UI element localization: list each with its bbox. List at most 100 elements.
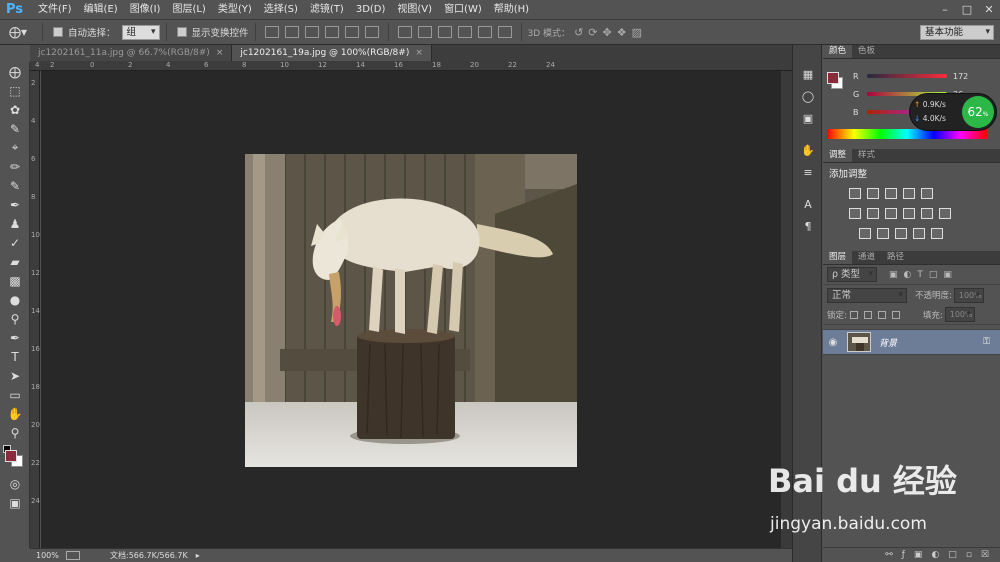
quick-select-tool-icon[interactable]: ✎ [0,119,30,138]
threshold-icon[interactable] [895,227,907,239]
tab-channels[interactable]: 通道 [852,251,881,264]
properties-panel-icon[interactable]: ◯ [793,85,823,107]
lock-all-icon[interactable] [891,310,900,319]
posterize-icon[interactable] [877,227,889,239]
menu-type[interactable]: 类型(Y) [212,0,258,19]
brightness-icon[interactable] [849,187,861,199]
eye-icon[interactable]: ◉ [823,337,843,348]
show-transform-checkbox[interactable] [176,27,187,37]
lock-transparent-icon[interactable] [849,310,858,319]
color-lookup-icon[interactable] [939,207,951,219]
crop-tool-icon[interactable]: ⌖ [0,138,30,157]
share-icon[interactable] [66,551,80,560]
status-menu-arrow-icon[interactable]: ▸ [196,551,200,560]
close-icon[interactable]: ✕ [978,0,1000,19]
exposure-icon[interactable] [903,187,915,199]
distribute-hcenter-icon[interactable] [477,26,492,38]
channel-mixer-icon[interactable] [921,207,933,219]
hand-tool-icon[interactable]: ✋ [0,404,30,423]
brush-presets-icon[interactable]: ≡ [793,161,823,183]
align-left-icon[interactable] [324,26,339,38]
menu-help[interactable]: 帮助(H) [488,0,535,19]
trash-icon[interactable]: ☒ [981,550,998,560]
tab-paths[interactable]: 路径 [881,251,910,264]
invert-icon[interactable] [859,227,871,239]
menu-select[interactable]: 选择(S) [258,0,304,19]
document-image[interactable] [245,154,577,467]
add-mask-icon[interactable]: ▣ [914,550,932,560]
dodge-tool-icon[interactable]: ⚲ [0,309,30,328]
lock-position-icon[interactable] [877,310,886,319]
character-panel-icon[interactable]: A [793,193,823,215]
selective-color-icon[interactable] [931,227,943,239]
link-layers-icon[interactable]: ⚯ [885,550,902,560]
gradient-map-icon[interactable] [913,227,925,239]
tab-styles[interactable]: 样式 [852,149,881,162]
menu-edit[interactable]: 编辑(E) [78,0,124,19]
3d-mode-icons[interactable]: ↺⟳✥❖▨ [574,26,647,39]
menu-view[interactable]: 视图(V) [391,0,438,19]
align-vcenter-icon[interactable] [284,26,299,38]
red-value[interactable]: 172 [953,72,975,81]
move-tool-preset-icon[interactable]: ⨁▾ [0,25,36,39]
blur-tool-icon[interactable]: ● [0,290,30,309]
distribute-vcenter-icon[interactable] [417,26,432,38]
align-top-icon[interactable] [264,26,279,38]
brush-tool-icon[interactable]: ✒ [0,195,30,214]
history-panel-icon[interactable]: ▦ [793,63,823,85]
lock-pixels-icon[interactable] [863,310,872,319]
shape-tool-icon[interactable]: ▭ [0,385,30,404]
healing-brush-tool-icon[interactable]: ✎ [0,176,30,195]
tab-color[interactable]: 颜色 [823,45,853,58]
eraser-tool-icon[interactable]: ▰ [0,252,30,271]
align-bottom-icon[interactable] [304,26,319,38]
color-balance-icon[interactable] [867,207,879,219]
curves-icon[interactable] [885,187,897,199]
marquee-tool-icon[interactable]: ⬚ [0,81,30,100]
close-icon[interactable]: × [216,45,224,61]
levels-icon[interactable] [867,187,879,199]
tab-doc-1[interactable]: jc1202161_11a.jpg @ 66.7%(RGB/8#) × [30,45,233,61]
new-group-icon[interactable]: □ [948,550,966,560]
tab-layers[interactable]: 图层 [823,251,853,264]
screen-mode-icon[interactable]: ▣ [0,493,30,512]
zoom-level[interactable]: 100% [36,551,66,560]
align-right-icon[interactable] [364,26,379,38]
layer-row-background[interactable]: ◉ 背景 ⚿ [823,329,1000,355]
menu-window[interactable]: 窗口(W) [438,0,488,19]
blend-mode-dropdown[interactable]: 正常 [827,287,907,303]
distribute-bottom-icon[interactable] [437,26,452,38]
layer-filter-icons[interactable]: ▣◐T□▣ [889,270,958,280]
distribute-left-icon[interactable] [457,26,472,38]
gradient-tool-icon[interactable]: ▩ [0,271,30,290]
fill-input[interactable]: 100% [944,307,975,322]
pen-tool-icon[interactable]: ✒ [0,328,30,347]
history-brush-tool-icon[interactable]: ✓ [0,233,30,252]
menu-image[interactable]: 图像(I) [124,0,167,19]
vibrance-icon[interactable] [921,187,933,199]
distribute-right-icon[interactable] [497,26,512,38]
maximize-icon[interactable]: □ [956,0,978,19]
brush-panel-icon[interactable]: ✋ [793,139,823,161]
align-hcenter-icon[interactable] [344,26,359,38]
opacity-input[interactable]: 100% [953,287,984,303]
clone-stamp-tool-icon[interactable]: ♟ [0,214,30,233]
paragraph-panel-icon[interactable]: ¶ [793,215,823,237]
layer-name[interactable]: 背景 [879,336,897,349]
info-panel-icon[interactable]: ▣ [793,107,823,129]
foreground-color-swatch[interactable] [5,450,17,462]
black-white-icon[interactable] [885,207,897,219]
tab-doc-2[interactable]: jc1202161_19a.jpg @ 100%(RGB/8#) × [232,45,432,61]
new-adjustment-icon[interactable]: ◐ [931,550,948,560]
lasso-tool-icon[interactable]: ✿ [0,100,30,119]
workspace-dropdown[interactable]: 基本功能 [920,24,994,40]
close-icon[interactable]: × [415,45,423,61]
zoom-tool-icon[interactable]: ⚲ [0,423,30,442]
auto-select-dropdown[interactable]: 组 [121,24,160,40]
distribute-top-icon[interactable] [397,26,412,38]
move-tool-icon[interactable]: ⨁ [0,62,30,81]
menu-file[interactable]: 文件(F) [32,0,78,19]
eyedropper-tool-icon[interactable]: ✏ [0,157,30,176]
new-layer-icon[interactable]: ▫ [966,550,981,560]
menu-layer[interactable]: 图层(L) [166,0,211,19]
